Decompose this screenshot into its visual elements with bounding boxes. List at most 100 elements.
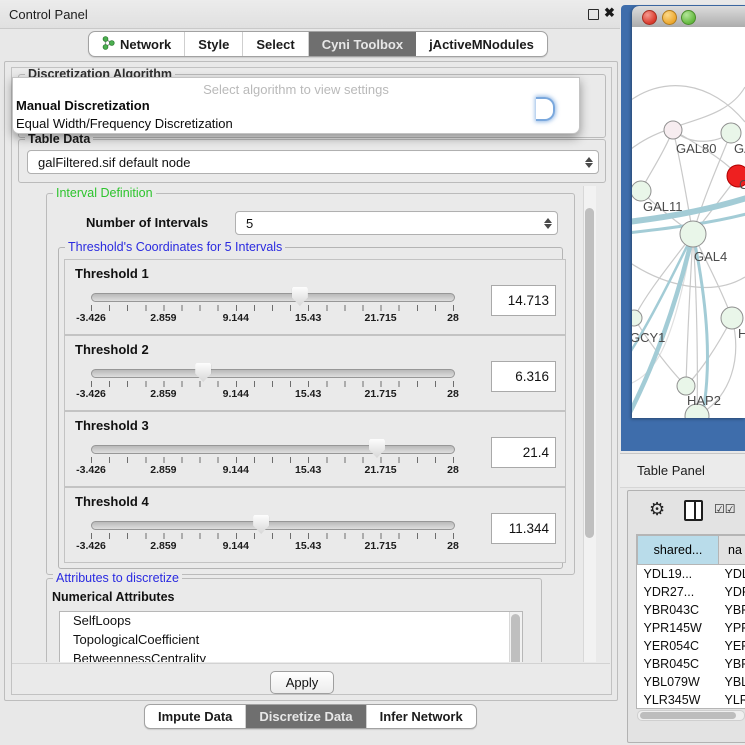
tab-jactivemnodules-label: jActiveMNodules: [429, 37, 534, 52]
cell[interactable]: YBL0: [719, 673, 745, 691]
list-item[interactable]: SelfLoops: [60, 612, 522, 631]
table-data-group-title: Table Data: [25, 133, 93, 146]
node-gcy1[interactable]: [632, 310, 642, 326]
table-data-combobox[interactable]: galFiltered.sif default node: [27, 150, 599, 174]
apply-button[interactable]: Apply: [270, 671, 334, 694]
table-header-row: shared... na: [638, 536, 745, 565]
tick-label: 21.715: [365, 540, 397, 552]
cell[interactable]: YER054C: [638, 637, 719, 655]
column-header-shared-name[interactable]: shared...: [638, 536, 719, 565]
table-panel-body: ⚙ ☑☑ shared... na YDL19...YDL1 YDR27...Y…: [627, 490, 745, 743]
slider-tick-labels: -3.426 2.859 9.144 15.43 21.715 28: [91, 312, 453, 325]
tick-label: 21.715: [365, 312, 397, 324]
column-header-name[interactable]: na: [719, 536, 745, 565]
threshold-2-slider-thumb[interactable]: [195, 363, 211, 382]
threshold-3-label: Threshold 3: [75, 418, 149, 433]
cell[interactable]: YLR3: [719, 691, 745, 709]
cell[interactable]: YBR043C: [638, 601, 719, 619]
table-toolbar: ⚙ ☑☑: [628, 491, 745, 531]
table-row[interactable]: YLR345WYLR3: [638, 691, 745, 709]
split-columns-icon[interactable]: [684, 500, 703, 521]
network-icon: [102, 36, 115, 53]
scrollbar-thumb[interactable]: [511, 614, 520, 662]
threshold-3-slider-thumb[interactable]: [369, 439, 385, 458]
table-row[interactable]: YPR145WYPR1: [638, 619, 745, 637]
float-window-icon[interactable]: [588, 9, 599, 20]
zoom-traffic-light-icon[interactable]: [681, 10, 696, 25]
cell[interactable]: YBR045C: [638, 655, 719, 673]
interval-definition-group-title: Interval Definition: [53, 187, 156, 200]
threshold-3-panel: Threshold 3 -3.426 2.859 9.144 15.43 21.…: [64, 411, 566, 487]
tab-style[interactable]: Style: [185, 32, 243, 56]
node-gal11[interactable]: [632, 181, 651, 201]
table-row[interactable]: YER054CYER0: [638, 637, 745, 655]
table-row[interactable]: YDL19...YDL1: [638, 565, 745, 584]
cell[interactable]: YPR1: [719, 619, 745, 637]
slider-track[interactable]: [91, 293, 455, 302]
tab-select-label: Select: [256, 37, 294, 52]
list-item[interactable]: TopologicalCoefficient: [60, 631, 522, 650]
cell[interactable]: YLR345W: [638, 691, 719, 709]
threshold-4-slider-thumb[interactable]: [253, 515, 269, 534]
slider-track[interactable]: [91, 369, 455, 378]
scrollbar-thumb[interactable]: [640, 712, 736, 719]
threshold-1-slider-thumb[interactable]: [292, 287, 308, 306]
number-of-intervals-value: 5: [236, 216, 539, 231]
slider-track[interactable]: [91, 521, 455, 530]
tick-label: 2.859: [150, 388, 176, 400]
table-row[interactable]: YBL079WYBL0: [638, 673, 745, 691]
gear-icon[interactable]: ⚙: [649, 499, 665, 520]
cell[interactable]: YER0: [719, 637, 745, 655]
table-row[interactable]: YBR045CYBR0: [638, 655, 745, 673]
tab-infer-network-label: Infer Network: [380, 709, 463, 724]
cell[interactable]: YBL079W: [638, 673, 719, 691]
cell[interactable]: YBR0: [719, 601, 745, 619]
node[interactable]: [721, 123, 741, 143]
tick-label: 21.715: [365, 388, 397, 400]
slider-track[interactable]: [91, 445, 455, 454]
attributes-list-scrollbar[interactable]: [509, 612, 522, 662]
threshold-3-value-field[interactable]: 21.4: [491, 437, 556, 468]
node-gal80[interactable]: [664, 121, 682, 139]
table-row[interactable]: YDR27...YDR2: [638, 583, 745, 601]
cell[interactable]: YDR2: [719, 583, 745, 601]
tab-infer-network[interactable]: Infer Network: [367, 705, 476, 728]
node-gal4[interactable]: [680, 221, 706, 247]
scrollbar-thumb[interactable]: [585, 208, 594, 538]
tab-network[interactable]: Network: [89, 32, 185, 56]
tab-impute-data[interactable]: Impute Data: [145, 705, 246, 728]
control-panel-title: Control Panel: [9, 7, 88, 22]
cell[interactable]: YDL1: [719, 565, 745, 584]
tab-select[interactable]: Select: [243, 32, 308, 56]
network-canvas[interactable]: GAL80 GA C GAL11 GAL4 GCY1 H HAP2: [632, 27, 745, 418]
slider-tick-labels: -3.426 2.859 9.144 15.43 21.715 28: [91, 464, 453, 477]
cell[interactable]: YBR0: [719, 655, 745, 673]
minimize-traffic-light-icon[interactable]: [662, 10, 677, 25]
tab-discretize-data[interactable]: Discretize Data: [246, 705, 366, 728]
settings-scrollbar[interactable]: [583, 186, 596, 662]
select-columns-icon[interactable]: ☑☑: [714, 502, 736, 516]
algorithm-option-manual[interactable]: Manual Discretization: [13, 97, 579, 115]
threshold-2-value-field[interactable]: 6.316: [491, 361, 556, 392]
cell[interactable]: YPR145W: [638, 619, 719, 637]
network-window: GAL80 GA C GAL11 GAL4 GCY1 H HAP2: [632, 6, 745, 418]
threshold-4-value-field[interactable]: 11.344: [491, 513, 556, 544]
close-traffic-light-icon[interactable]: [642, 10, 657, 25]
cell[interactable]: YDL19...: [638, 565, 719, 584]
numerical-attributes-list[interactable]: SelfLoops TopologicalCoefficient Between…: [59, 611, 523, 662]
number-of-intervals-combobox[interactable]: 5: [235, 211, 558, 235]
table-row[interactable]: YBR043CYBR0: [638, 601, 745, 619]
tab-cyni-toolbox[interactable]: Cyni Toolbox: [309, 32, 416, 56]
list-item[interactable]: BetweennessCentrality: [60, 650, 522, 662]
tick-label: 28: [447, 464, 459, 476]
tick-label: 9.144: [223, 464, 249, 476]
algorithm-placeholder-option[interactable]: Select algorithm to view settings: [13, 78, 579, 97]
tab-jactivemnodules[interactable]: jActiveMNodules: [416, 32, 547, 56]
threshold-1-value-field[interactable]: 14.713: [491, 285, 556, 316]
cell[interactable]: YDR27...: [638, 583, 719, 601]
table-horizontal-scrollbar[interactable]: [637, 710, 745, 721]
network-window-titlebar[interactable]: [632, 6, 745, 28]
algorithm-option-equal-width[interactable]: Equal Width/Frequency Discretization: [13, 115, 579, 133]
tick-label: 28: [447, 312, 459, 324]
close-icon[interactable]: ✖: [604, 5, 615, 21]
